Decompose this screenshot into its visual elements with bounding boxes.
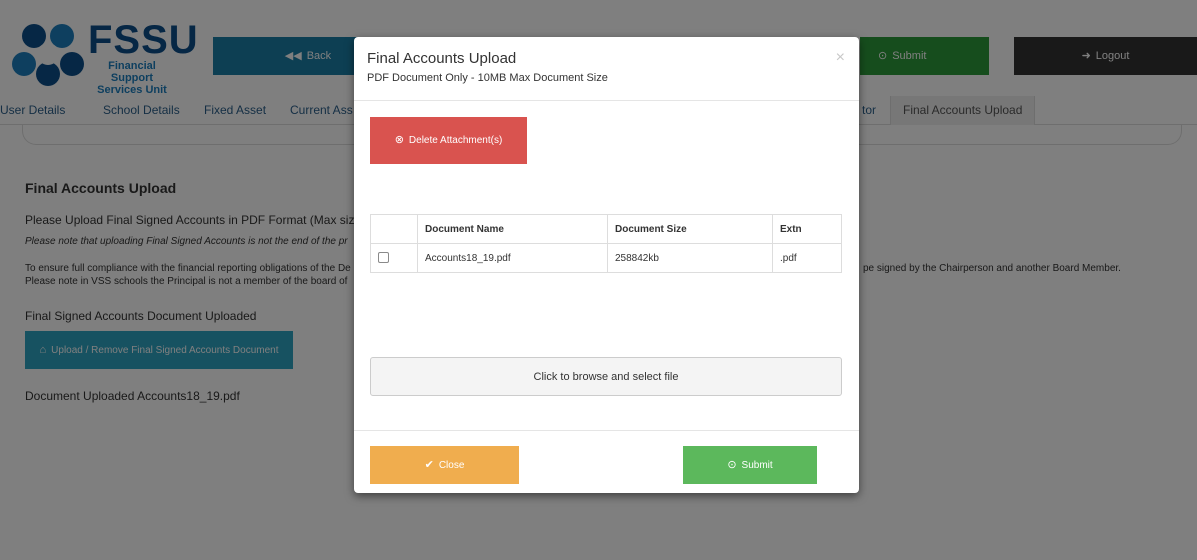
table-header-row: Document Name Document Size Extn [370, 214, 842, 244]
documents-table: Document Name Document Size Extn Account… [370, 214, 842, 273]
submit-circle-icon: ⊙ [727, 458, 737, 471]
browse-file-button[interactable]: Click to browse and select file [370, 357, 842, 396]
modal-title: Final Accounts Upload [367, 50, 517, 67]
modal-subtitle: PDF Document Only - 10MB Max Document Si… [367, 72, 608, 84]
app-root: FSSU Financial Support Services Unit ◀◀ … [0, 0, 1197, 560]
header-document-name: Document Name [417, 214, 608, 244]
document-name-cell: Accounts18_19.pdf [417, 243, 608, 273]
header-select [370, 214, 418, 244]
delete-circle-icon: ⊗ [394, 134, 404, 146]
close-button-label: Close [438, 459, 465, 471]
document-size-cell: 258842kb [607, 243, 773, 273]
delete-attachments-button[interactable]: ⊗ Delete Attachment(s) [370, 117, 527, 164]
checkmark-icon: ✔ [424, 458, 434, 471]
table-row: Accounts18_19.pdf 258842kb .pdf [370, 243, 842, 273]
upload-modal: Final Accounts Upload PDF Document Only … [354, 37, 859, 493]
row-select-checkbox[interactable] [378, 252, 389, 264]
modal-header-divider [354, 100, 859, 101]
document-extn-cell: .pdf [772, 243, 842, 273]
header-document-size: Document Size [607, 214, 773, 244]
delete-attachments-label: Delete Attachment(s) [408, 135, 503, 146]
close-button[interactable]: ✔ Close [370, 446, 519, 484]
modal-footer-divider [354, 430, 859, 431]
close-icon[interactable]: × [836, 49, 845, 67]
submit-button[interactable]: ⊙ Submit [683, 446, 817, 484]
submit-button-label: Submit [741, 459, 773, 471]
header-extn: Extn [772, 214, 842, 244]
